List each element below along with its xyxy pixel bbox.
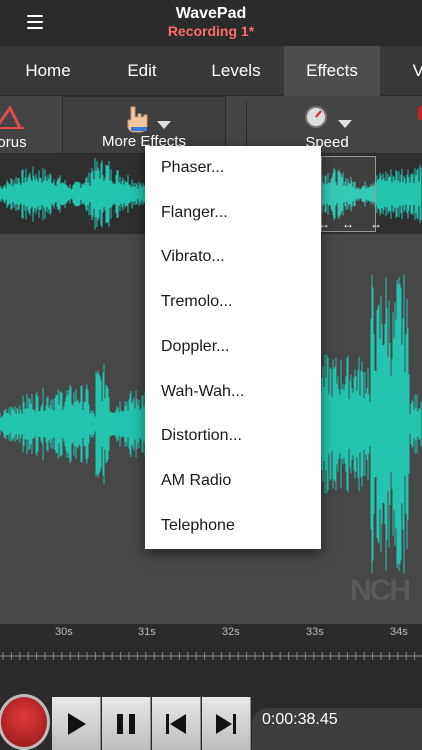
next-effect-partial[interactable] (412, 96, 422, 153)
time-display: 0:00:38.45 (252, 708, 422, 750)
chorus-label: orus (0, 134, 27, 151)
timeline-ticks (0, 652, 422, 660)
menu-item-doppler[interactable]: Doppler... (145, 325, 321, 369)
main-tabs: Home Edit Levels Effects Vi (0, 46, 422, 96)
nch-watermark: NCH (350, 574, 411, 607)
menu-item-telephone[interactable]: Telephone (145, 504, 321, 548)
menu-item-distortion[interactable]: Distortion... (145, 414, 321, 458)
tab-view[interactable]: Vi (390, 46, 422, 96)
play-icon (68, 713, 86, 735)
app-title: WavePad (175, 5, 247, 22)
menu-item-vibrato[interactable]: Vibrato... (145, 235, 321, 279)
menu-item-wah-wah[interactable]: Wah-Wah... (145, 370, 321, 414)
triangle-down-icon (157, 121, 171, 129)
timeline-label: 31s (138, 626, 156, 638)
triangle-down-icon (338, 120, 352, 128)
chorus-button[interactable]: orus (0, 96, 42, 153)
tab-home[interactable]: Home (0, 46, 96, 96)
toolbar-divider (246, 102, 247, 148)
chorus-icon (0, 105, 24, 129)
scroll-right-icon[interactable]: ↔ (370, 217, 382, 231)
pause-button[interactable] (102, 697, 151, 750)
tab-levels[interactable]: Levels (188, 46, 284, 96)
skip-end-button[interactable] (202, 697, 251, 750)
menu-item-tremolo[interactable]: Tremolo... (145, 280, 321, 324)
more-effects-menu: Phaser... Flanger... Vibrato... Tremolo.… (145, 146, 321, 549)
hand-pointer-icon (127, 106, 148, 133)
speedometer-icon (305, 106, 327, 128)
timeline-label: 33s (306, 626, 324, 638)
menu-item-phaser[interactable]: Phaser... (145, 146, 321, 190)
menu-item-flanger[interactable]: Flanger... (145, 191, 321, 235)
transport-bar: 0:00:38.45 (0, 690, 422, 750)
menu-item-am-radio[interactable]: AM Radio (145, 459, 321, 503)
zoom-arrows-icon[interactable]: ↔ (342, 217, 354, 231)
pause-icon (117, 714, 135, 734)
timeline[interactable]: 30s 31s 32s 33s 34s (0, 624, 422, 690)
play-button[interactable] (52, 697, 101, 750)
record-icon[interactable] (0, 694, 50, 750)
skip-end-icon (216, 714, 236, 734)
title-bar: WavePad Recording 1* (0, 0, 422, 46)
tab-effects[interactable]: Effects (284, 46, 380, 96)
tab-edit[interactable]: Edit (96, 46, 188, 96)
file-title: Recording 1* (167, 23, 255, 39)
timeline-label: 30s (55, 626, 73, 638)
effect-icon (418, 106, 422, 120)
skip-start-icon (166, 714, 186, 734)
skip-start-button[interactable] (152, 697, 201, 750)
timeline-label: 34s (390, 626, 408, 638)
timeline-label: 32s (222, 626, 240, 638)
